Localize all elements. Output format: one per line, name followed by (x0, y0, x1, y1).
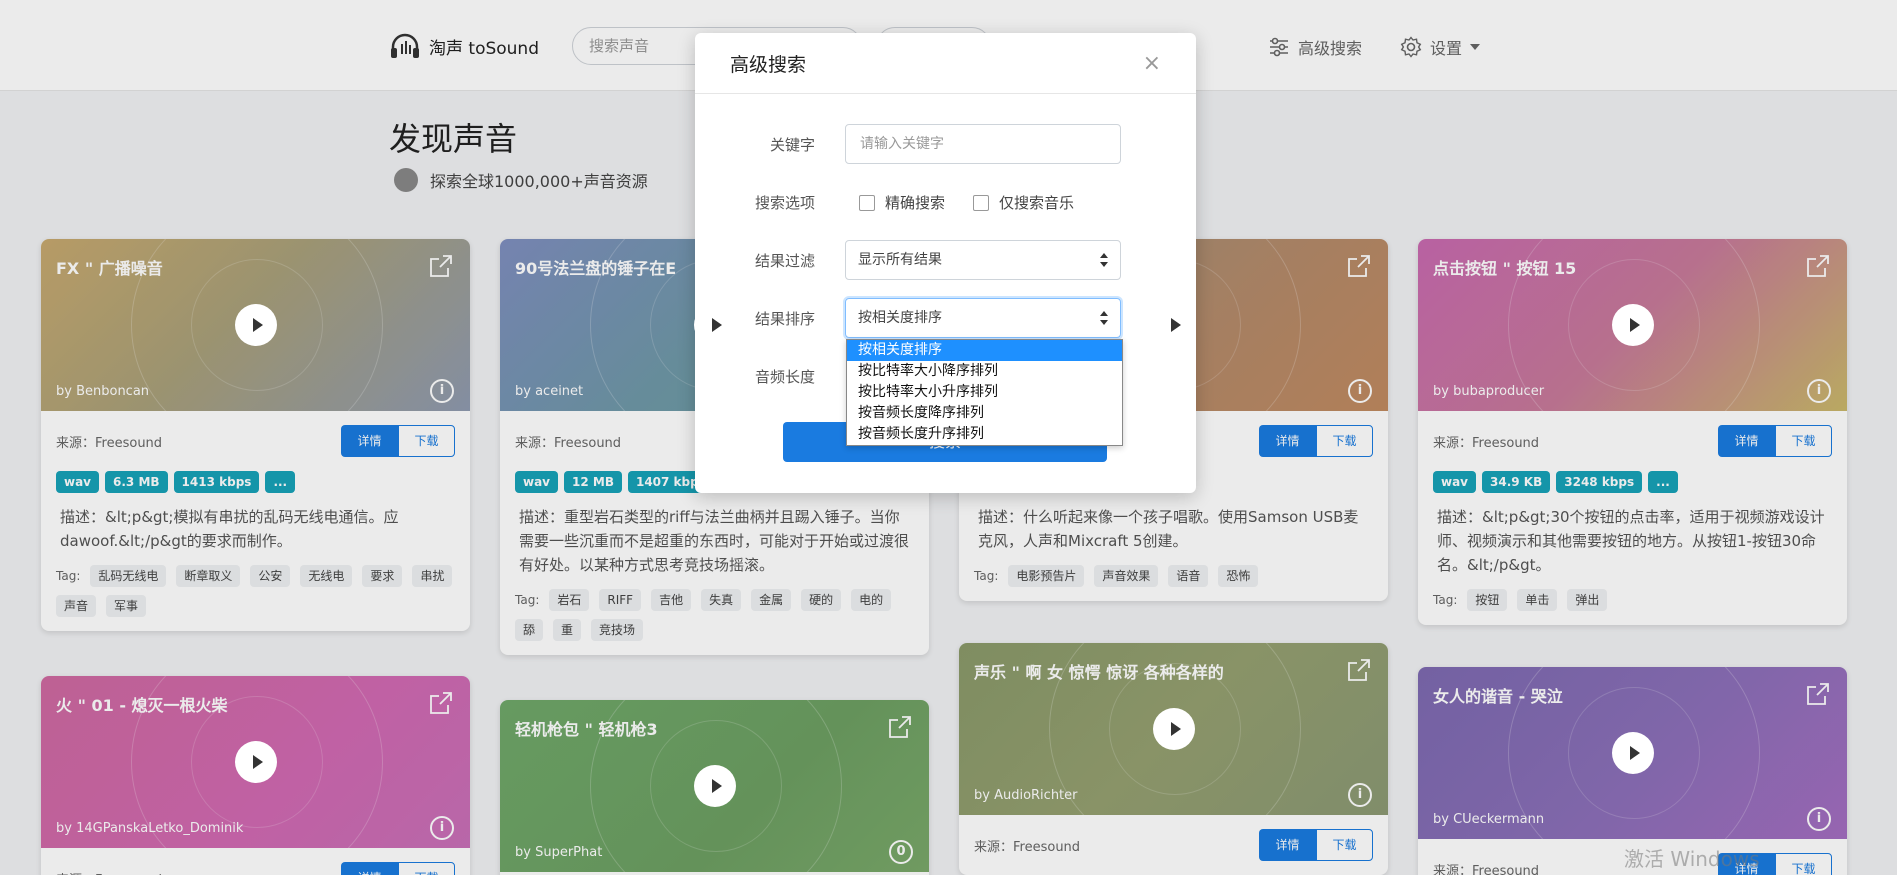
play-button[interactable] (1153, 708, 1195, 750)
search-options-label: 搜索选项 (754, 194, 815, 212)
play-icon (1170, 722, 1181, 736)
select-arrows-icon (1100, 253, 1108, 267)
keyword-row: 关键字 请输入关键字 (695, 124, 1196, 164)
play-icon (1629, 746, 1640, 760)
modal-title: 高级搜索 (730, 53, 807, 76)
select-arrows-icon (1100, 311, 1108, 325)
music-only-label: 仅搜索音乐 (999, 194, 1075, 212)
play-button[interactable] (1612, 304, 1654, 346)
checkbox-box[interactable] (973, 194, 990, 211)
search-options-row: 搜索选项 精确搜索 仅搜索音乐 (695, 182, 1196, 222)
sort-option[interactable]: 按相关度排序 (847, 340, 1122, 361)
play-button[interactable] (1153, 304, 1195, 346)
filter-value: 显示所有结果 (858, 252, 942, 268)
sort-row: 结果排序 按相关度排序 (695, 298, 1196, 338)
filter-select[interactable]: 显示所有结果 (845, 240, 1121, 280)
exact-search-label: 精确搜索 (885, 194, 946, 212)
play-button[interactable] (1612, 732, 1654, 774)
sort-dropdown-list: 按相关度排序 按比特率大小降序排列 按比特率大小升序排列 按音频长度降序排列 按音频长度… (846, 339, 1123, 446)
keyword-label: 关键字 (769, 136, 815, 154)
close-icon[interactable]: × (1143, 51, 1161, 76)
play-icon (1629, 318, 1640, 332)
filter-row: 结果过滤 显示所有结果 (695, 240, 1196, 280)
play-icon (1170, 318, 1181, 332)
music-only-checkbox[interactable]: 仅搜索音乐 (973, 192, 1074, 213)
windows-activation-watermark: 激活 Windows (1624, 847, 1760, 871)
play-button[interactable] (235, 304, 277, 346)
filter-label: 结果过滤 (754, 252, 815, 270)
keyword-input[interactable]: 请输入关键字 (845, 124, 1121, 164)
play-icon (252, 755, 263, 769)
play-button[interactable] (235, 741, 277, 783)
play-icon (711, 779, 722, 793)
sort-option[interactable]: 按音频长度升序排列 (847, 424, 1122, 445)
sort-label: 结果排序 (754, 310, 815, 328)
play-icon (252, 318, 263, 332)
play-button[interactable] (694, 304, 736, 346)
sort-value: 按相关度排序 (858, 310, 942, 326)
checkbox-box[interactable] (859, 194, 875, 211)
exact-search-checkbox[interactable]: 精确搜索 (859, 192, 945, 213)
sort-option[interactable]: 按比特率大小降序排列 (847, 361, 1122, 382)
sort-option[interactable]: 按比特率大小升序排列 (847, 382, 1122, 403)
duration-label: 音频长度 (754, 368, 815, 386)
sort-option[interactable]: 按音频长度降序排列 (847, 403, 1122, 424)
sort-select[interactable]: 按相关度排序 (845, 298, 1121, 338)
play-button[interactable] (694, 765, 736, 807)
play-icon (711, 318, 722, 332)
modal-header: 高级搜索 × (695, 33, 1196, 94)
